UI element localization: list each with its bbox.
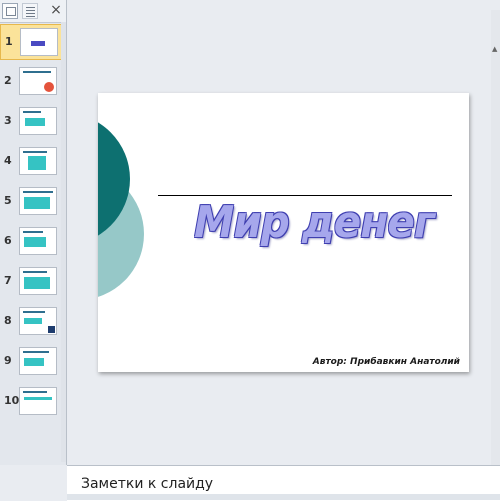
close-panel-icon[interactable]: × bbox=[48, 1, 64, 19]
slide-preview bbox=[19, 347, 57, 375]
slide-number: 7 bbox=[4, 274, 12, 287]
slide-number: 8 bbox=[4, 314, 12, 327]
slide-thumbnail-9[interactable]: 9 bbox=[0, 344, 66, 380]
slide-thumbnail-5[interactable]: 5 bbox=[0, 184, 66, 220]
editor-scrollbar[interactable]: ▲ bbox=[491, 10, 500, 470]
title-divider-line bbox=[158, 195, 452, 196]
slide-preview bbox=[20, 28, 58, 56]
slide-preview bbox=[19, 147, 57, 175]
status-bar bbox=[67, 494, 500, 500]
slide-thumbnail-6[interactable]: 6 bbox=[0, 224, 66, 260]
outline-tab-icon[interactable] bbox=[22, 3, 38, 19]
slide-preview bbox=[19, 227, 57, 255]
slide-thumbnail-7[interactable]: 7 bbox=[0, 264, 66, 300]
slide-preview bbox=[19, 67, 57, 95]
current-slide[interactable]: Мир денег Автор: Прибавкин Анатолий bbox=[98, 93, 469, 372]
slide-preview bbox=[19, 267, 57, 295]
slide-number: 4 bbox=[4, 154, 12, 167]
slide-thumbnail-10[interactable]: 10 bbox=[0, 384, 66, 420]
slide-preview bbox=[19, 187, 57, 215]
slides-tab-icon[interactable] bbox=[2, 3, 18, 19]
author-caption[interactable]: Автор: Прибавкин Анатолий bbox=[313, 357, 460, 367]
slide-preview bbox=[19, 107, 57, 135]
slide-thumbnail-4[interactable]: 4 bbox=[0, 144, 66, 180]
slide-thumbnail-3[interactable]: 3 bbox=[0, 104, 66, 140]
slide-number: 10 bbox=[4, 394, 20, 407]
slide-number: 1 bbox=[5, 35, 13, 48]
panel-scrollbar[interactable] bbox=[61, 22, 66, 462]
slide-number: 2 bbox=[4, 74, 12, 87]
slide-thumbnail-8[interactable]: 8 bbox=[0, 304, 66, 340]
slide-number: 6 bbox=[4, 234, 12, 247]
notes-placeholder: Заметки к слайду bbox=[81, 476, 214, 492]
slide-thumbnail-2[interactable]: 2 bbox=[0, 64, 66, 100]
slide-number: 3 bbox=[4, 114, 12, 127]
slide-number: 5 bbox=[4, 194, 12, 207]
slides-panel: × 1 2 3 4 5 6 7 8 9 10 bbox=[0, 0, 67, 465]
slide-number: 9 bbox=[4, 354, 12, 367]
slide-thumbnail-1[interactable]: 1 bbox=[0, 24, 66, 60]
slide-preview bbox=[19, 307, 57, 335]
scroll-up-arrow-icon[interactable]: ▲ bbox=[492, 45, 499, 53]
slide-preview bbox=[19, 387, 57, 415]
slide-title[interactable]: Мир денег bbox=[194, 197, 435, 248]
panel-tabs: × bbox=[0, 0, 66, 23]
